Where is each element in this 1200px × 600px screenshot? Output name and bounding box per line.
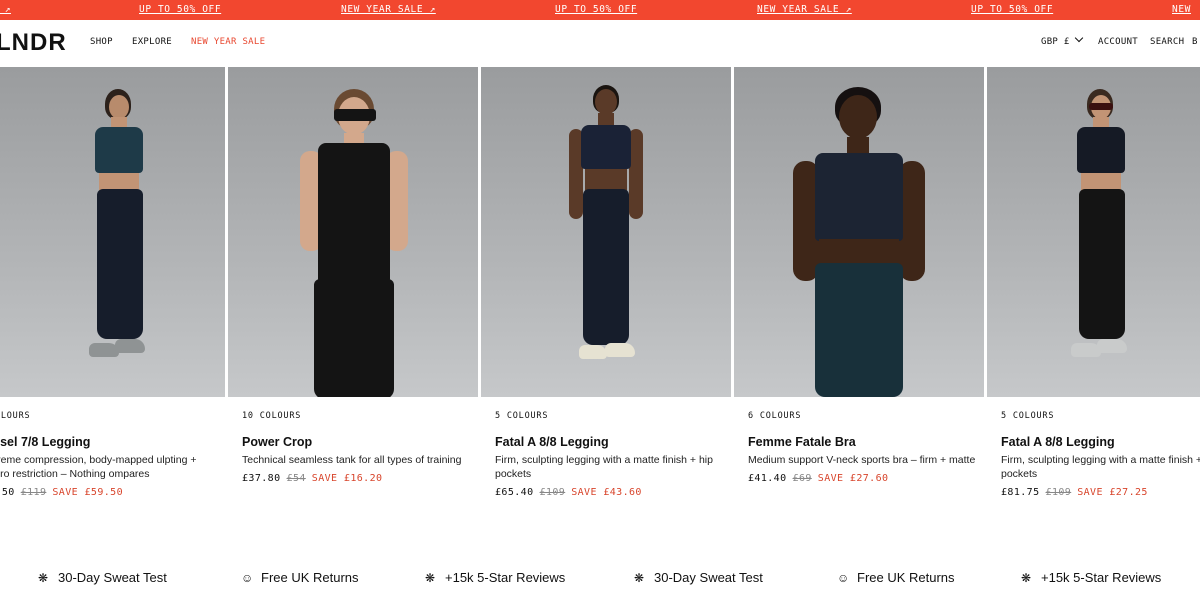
sparkle-icon: ❋ — [425, 571, 436, 585]
banner-link[interactable]: NEW YEAR SALE ↗ — [757, 0, 852, 20]
nav-shop[interactable]: SHOP — [90, 37, 113, 47]
product-image[interactable] — [987, 67, 1200, 397]
price-row: £37.80 £54 SAVE £16.20 — [242, 473, 472, 484]
price-row: £65.40 £109 SAVE £43.60 — [495, 487, 725, 498]
banner-text: UP TO 50% OFF — [139, 4, 222, 15]
product-info: 6 COLOURS Femme Fatale Bra Medium suppor… — [748, 411, 978, 484]
usp-label: 30-Day Sweat Test — [58, 570, 167, 585]
product-description: xtreme compression, body-mapped ulpting … — [0, 454, 197, 480]
colour-count: 5 COLOURS — [495, 411, 549, 421]
current-price: £41.40 — [748, 473, 787, 484]
product-name[interactable]: Fatal A 8/8 Legging — [495, 435, 725, 449]
save-amount: SAVE £16.20 — [311, 473, 383, 484]
product-name[interactable]: Power Crop — [242, 435, 472, 449]
site-header: LNDR SHOP EXPLORE NEW YEAR SALE GBP £ AC… — [0, 20, 1200, 66]
banner-link[interactable]: NEW — [1172, 0, 1191, 20]
model-figure — [278, 89, 428, 397]
usp-label: +15k 5-Star Reviews — [445, 570, 566, 585]
colour-count: 6 COLOURS — [748, 411, 802, 421]
smile-icon: ☺ — [837, 571, 850, 585]
sparkle-icon: ❋ — [634, 571, 645, 585]
product-info: 5 COLOURS Fatal A 8/8 Legging Firm, scul… — [1001, 411, 1200, 498]
save-amount: SAVE £27.60 — [817, 473, 889, 484]
original-price: £109 — [539, 487, 566, 498]
chevron-down-icon — [1074, 33, 1083, 43]
model-figure — [561, 85, 651, 385]
usp-item: ☺ Free UK Returns — [241, 570, 359, 585]
current-price: £81.75 — [1001, 487, 1040, 498]
banner-text: UP TO 50% OFF — [555, 4, 638, 15]
usp-label: +15k 5-Star Reviews — [1041, 570, 1162, 585]
price-row: 9.50 £119 SAVE £59.50 — [0, 487, 219, 498]
sparkle-icon: ❋ — [38, 571, 49, 585]
usp-item: ❋ 30-Day Sweat Test — [38, 570, 167, 585]
banner-link[interactable]: NEW YEAR SALE ↗ — [341, 0, 436, 20]
save-amount: SAVE £27.25 — [1077, 487, 1148, 498]
product-image[interactable] — [734, 67, 984, 397]
original-price: £69 — [792, 473, 812, 484]
product-info: 10 COLOURS Power Crop Technical seamless… — [242, 411, 472, 484]
currency-selector[interactable]: GBP £ — [1041, 33, 1083, 47]
current-price: 9.50 — [0, 487, 15, 498]
usp-item: ☺ Free UK Returns — [837, 570, 955, 585]
logo[interactable]: LNDR — [0, 29, 67, 57]
usp-label: 30-Day Sweat Test — [654, 570, 763, 585]
save-amount: SAVE £59.50 — [52, 487, 124, 498]
usp-item: ❋ 30-Day Sweat Test — [634, 570, 763, 585]
model-figure — [75, 89, 165, 389]
original-price: £54 — [286, 473, 306, 484]
usp-label: Free UK Returns — [261, 570, 359, 585]
promo-banner: E ↗ UP TO 50% OFF NEW YEAR SALE ↗ UP TO … — [0, 0, 1200, 20]
original-price: £109 — [1045, 487, 1072, 498]
model-figure — [779, 87, 939, 397]
product-info: COLOURS hisel 7/8 Legging xtreme compres… — [0, 411, 219, 498]
banner-link[interactable]: E ↗ — [0, 0, 11, 20]
current-price: £37.80 — [242, 473, 281, 484]
product-image[interactable] — [228, 67, 478, 397]
product-description: Firm, sculpting legging with a matte fin… — [1001, 454, 1200, 480]
save-amount: SAVE £43.60 — [571, 487, 642, 498]
usp-item: ❋ +15k 5-Star Reviews — [425, 570, 565, 585]
nav-new-year-sale[interactable]: NEW YEAR SALE — [191, 37, 265, 47]
smile-icon: ☺ — [241, 571, 254, 585]
product-name[interactable]: hisel 7/8 Legging — [0, 435, 219, 449]
price-row: £41.40 £69 SAVE £27.60 — [748, 473, 978, 484]
search-link[interactable]: SEARCH — [1150, 37, 1184, 47]
product-description: Firm, sculpting legging with a matte fin… — [495, 454, 713, 480]
colour-count: COLOURS — [0, 411, 31, 421]
price-row: £81.75 £109 SAVE £27.25 — [1001, 487, 1200, 498]
currency-label: GBP £ — [1041, 37, 1070, 47]
nav-explore[interactable]: EXPLORE — [132, 37, 172, 47]
colour-count: 5 COLOURS — [1001, 411, 1055, 421]
current-price: £65.40 — [495, 487, 534, 498]
usp-label: Free UK Returns — [857, 570, 955, 585]
product-description: Medium support V-neck sports bra – firm … — [748, 454, 976, 466]
colour-count: 10 COLOURS — [242, 411, 302, 421]
product-name[interactable]: Fatal A 8/8 Legging — [1001, 435, 1200, 449]
product-name[interactable]: Femme Fatale Bra — [748, 435, 978, 449]
account-link[interactable]: ACCOUNT — [1098, 37, 1138, 47]
model-figure — [1057, 89, 1147, 389]
usp-item: ❋ +15k 5-Star Reviews — [1021, 570, 1161, 585]
product-info: 5 COLOURS Fatal A 8/8 Legging Firm, scul… — [495, 411, 725, 498]
banner-text: UP TO 50% OFF — [971, 4, 1054, 15]
product-image[interactable] — [0, 67, 225, 397]
product-image[interactable] — [481, 67, 731, 397]
sparkle-icon: ❋ — [1021, 571, 1032, 585]
product-description: Technical seamless tank for all types of… — [242, 454, 462, 466]
original-price: £119 — [20, 487, 47, 498]
bag-link[interactable]: B — [1192, 37, 1198, 47]
